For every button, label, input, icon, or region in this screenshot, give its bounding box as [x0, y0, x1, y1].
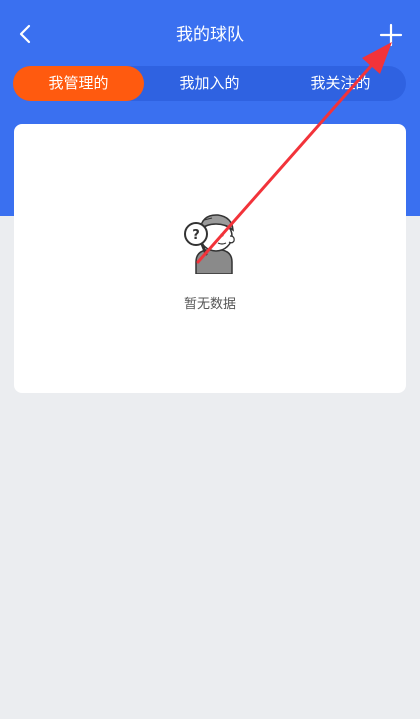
plus-icon [379, 23, 403, 47]
team-tabs: 我管理的 我加入的 我关注的 [13, 66, 406, 101]
add-team-button[interactable] [376, 20, 406, 50]
empty-state-icon: ? [184, 214, 235, 274]
team-list-card: ? 暂无数据 [14, 124, 406, 393]
tab-managed[interactable]: 我管理的 [13, 66, 144, 101]
top-nav-bar: 我的球队 [0, 0, 420, 70]
tab-joined[interactable]: 我加入的 [144, 66, 275, 101]
svg-text:?: ? [192, 228, 200, 243]
tab-followed[interactable]: 我关注的 [275, 66, 406, 101]
empty-state-text: 暂无数据 [183, 297, 236, 312]
page-title: 我的球队 [176, 25, 244, 45]
